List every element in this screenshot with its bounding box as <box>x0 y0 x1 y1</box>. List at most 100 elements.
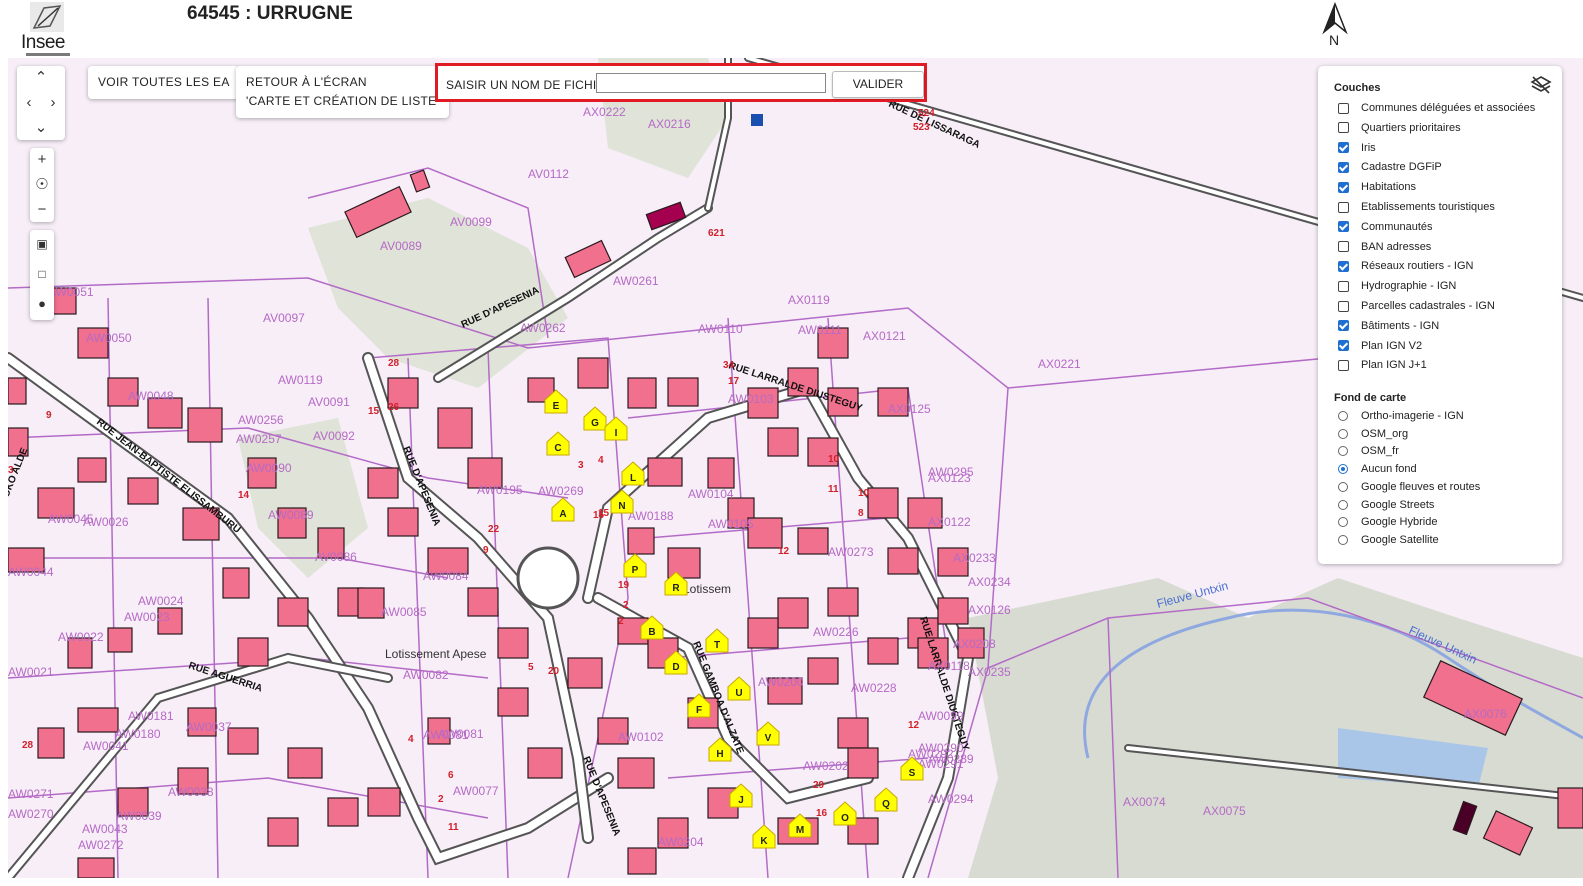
basemap-radio[interactable] <box>1338 464 1348 475</box>
basemap-radio[interactable] <box>1338 446 1348 457</box>
layer-checkbox[interactable] <box>1338 359 1349 371</box>
basemap-radio[interactable] <box>1338 411 1348 421</box>
layer-checkbox[interactable] <box>1338 161 1349 173</box>
house-number: 17 <box>728 376 740 387</box>
layer-label: Etablissements touristiques <box>1361 201 1495 213</box>
dwelling-marker[interactable]: A <box>551 497 575 522</box>
basemap-row[interactable]: OSM_fr <box>1338 442 1399 460</box>
layer-checkbox[interactable] <box>1338 300 1349 312</box>
layer-row[interactable]: Communes déléguées et associées <box>1338 99 1535 117</box>
parcel-label: AX0121 <box>863 329 906 343</box>
basemap-radio[interactable] <box>1338 534 1348 545</box>
file-name-input[interactable] <box>596 73 826 93</box>
layer-label: Quartiers prioritaires <box>1361 121 1461 134</box>
basemap-row[interactable]: Aucun fond <box>1338 460 1417 478</box>
layer-row[interactable]: Quartiers prioritaires <box>1338 119 1461 137</box>
parcel-label: AW0200 <box>758 675 804 689</box>
dwelling-marker[interactable]: G <box>583 406 607 431</box>
basemap-radio[interactable] <box>1338 428 1348 439</box>
dwelling-marker[interactable]: I <box>604 416 628 441</box>
dwelling-marker[interactable]: P <box>623 553 647 578</box>
dwelling-marker[interactable]: T <box>705 628 729 653</box>
app-header: Insee 64545 : URRUGNE N <box>0 0 1583 58</box>
tools-control[interactable]: ▣ □ ● <box>30 230 54 320</box>
layer-row[interactable]: BAN adresses <box>1338 238 1431 256</box>
dwelling-marker[interactable]: U <box>727 676 751 701</box>
basemap-row[interactable]: Google Satellite <box>1338 531 1439 549</box>
marker-letter: A <box>559 509 566 520</box>
layer-checkbox[interactable] <box>1338 201 1349 213</box>
layer-row[interactable]: Communautés <box>1338 218 1433 236</box>
back-button[interactable]: RETOUR À L'ÉCRAN 'CARTE ET CRÉATION DE L… <box>236 66 450 118</box>
layer-checkbox[interactable] <box>1338 260 1349 272</box>
marker-letter: K <box>760 836 768 847</box>
parcel-label: AW0273 <box>828 545 874 559</box>
layer-row[interactable]: Bâtiments - IGN <box>1338 317 1439 335</box>
zoom-control[interactable]: + ☉ − <box>30 148 54 222</box>
dwelling-marker[interactable]: Q <box>874 787 898 812</box>
house-number: 12 <box>778 546 790 557</box>
layer-row[interactable]: Etablissements touristiques <box>1338 198 1495 216</box>
parcel-label: AX0222 <box>583 105 626 119</box>
layer-checkbox[interactable] <box>1338 340 1349 352</box>
parcel-label: AW0110 <box>698 322 743 336</box>
layer-row[interactable]: Plan IGN V2 <box>1338 337 1422 355</box>
basemap-row[interactable]: OSM_org <box>1338 425 1408 443</box>
locate-icon[interactable]: ● <box>30 292 54 316</box>
validate-button[interactable]: VALIDER <box>832 71 924 98</box>
layers-off-icon[interactable] <box>1530 74 1552 96</box>
parcel-label: AW0044 <box>8 565 54 579</box>
basemap-row[interactable]: Google fleuves et routes <box>1338 478 1480 496</box>
view-all-ea-button[interactable]: VOIR TOUTES LES EA <box>88 66 240 99</box>
select-box-icon[interactable]: □ <box>30 262 54 286</box>
logo-underline <box>26 53 70 56</box>
zoom-in-icon[interactable]: + <box>30 148 54 172</box>
layers-panel: Couches Communes déléguées et associées Q… <box>1318 66 1562 564</box>
layer-row[interactable]: Parcelles cadastrales - IGN <box>1338 297 1495 315</box>
pan-left-icon[interactable]: ‹ <box>17 91 41 115</box>
fullscreen-icon[interactable]: ▣ <box>30 232 54 256</box>
marker-letter: I <box>615 428 618 439</box>
layer-row[interactable]: Réseaux routiers - IGN <box>1338 257 1473 275</box>
dwelling-marker[interactable]: O <box>833 801 857 826</box>
parcel-label: AW0085 <box>381 605 427 619</box>
layer-row[interactable]: Cadastre DGFiP <box>1338 158 1442 176</box>
layer-row[interactable]: Iris <box>1338 139 1376 157</box>
dwelling-marker[interactable]: K <box>752 824 776 849</box>
layer-row[interactable]: Habitations <box>1338 178 1416 196</box>
layer-row[interactable]: Plan IGN J+1 <box>1338 356 1427 374</box>
layer-checkbox[interactable] <box>1338 241 1349 253</box>
basemap-radio[interactable] <box>1338 481 1348 492</box>
pan-control[interactable]: ⌃ ‹ › ⌄ <box>17 66 65 140</box>
parcel-label: AX0126 <box>968 603 1011 617</box>
dwelling-marker[interactable]: L <box>621 461 645 486</box>
layer-checkbox[interactable] <box>1338 142 1349 154</box>
layer-checkbox[interactable] <box>1338 320 1349 332</box>
dwelling-marker[interactable]: C <box>546 431 570 456</box>
poi-marker[interactable] <box>751 114 763 126</box>
layer-checkbox[interactable] <box>1338 102 1349 114</box>
house-number: 11 <box>828 484 839 495</box>
layer-checkbox[interactable] <box>1338 221 1349 233</box>
parcel-label: AW0111 <box>798 323 842 337</box>
pan-down-icon[interactable]: ⌄ <box>29 116 53 140</box>
globe-icon[interactable]: ☉ <box>30 173 54 197</box>
basemap-row[interactable]: Google Hybride <box>1338 513 1437 531</box>
layer-checkbox[interactable] <box>1338 181 1349 193</box>
pan-up-icon[interactable]: ⌃ <box>29 66 53 90</box>
basemap-row[interactable]: Ortho-imagerie - IGN <box>1338 407 1464 425</box>
basemap-label: Aucun fond <box>1361 463 1417 476</box>
layer-checkbox[interactable] <box>1338 122 1349 134</box>
pan-right-icon[interactable]: › <box>41 91 65 115</box>
basemap-row[interactable]: Google Streets <box>1338 496 1434 514</box>
basemap-radio[interactable] <box>1338 517 1348 528</box>
basemap-radio[interactable] <box>1338 499 1348 510</box>
parcel-label: AW0188 <box>628 509 674 523</box>
dwelling-marker[interactable]: V <box>756 721 780 746</box>
parcel-label: AW0270 <box>8 807 54 821</box>
basemap-label: Google Streets <box>1361 498 1435 511</box>
layer-checkbox[interactable] <box>1338 280 1349 292</box>
marker-letter: L <box>630 473 636 484</box>
zoom-out-icon[interactable]: − <box>30 198 54 222</box>
layer-row[interactable]: Hydrographie - IGN <box>1338 277 1456 295</box>
